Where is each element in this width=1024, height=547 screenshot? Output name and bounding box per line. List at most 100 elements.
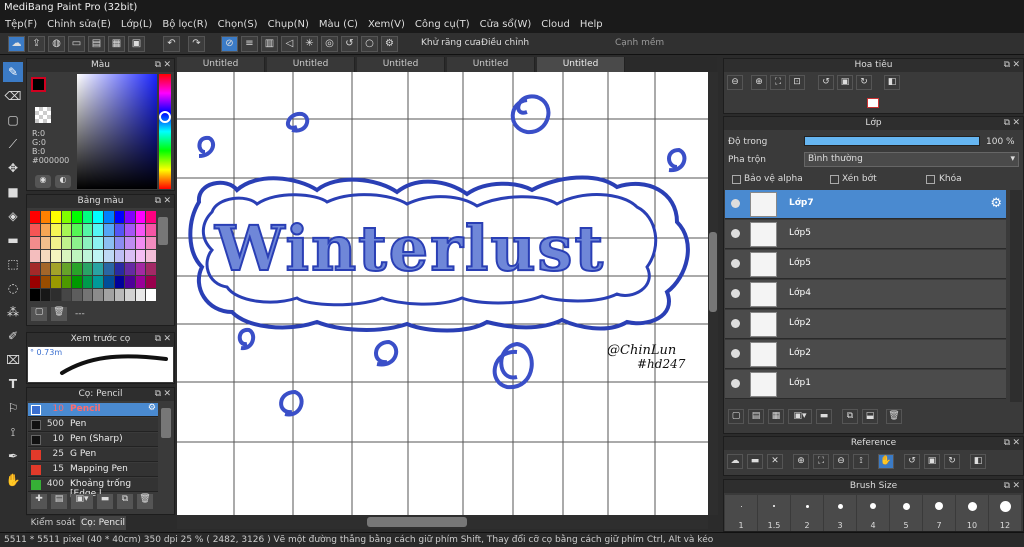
palette-swatch[interactable] [104, 289, 114, 301]
palette-swatch[interactable] [93, 250, 104, 262]
reset-view-icon[interactable]: ▣ [924, 454, 940, 469]
gear-icon[interactable]: ⚙ [148, 403, 156, 413]
palette-swatch[interactable] [146, 289, 156, 301]
undock-icon[interactable]: ⧉ [1004, 117, 1010, 130]
saturation-value-picker[interactable] [77, 74, 157, 189]
palette-swatch[interactable] [61, 237, 72, 249]
palette-swatch[interactable] [61, 211, 72, 223]
palette-swatch[interactable] [72, 250, 82, 262]
eye-icon[interactable] [731, 379, 740, 388]
vertical-scroll-thumb[interactable] [709, 232, 717, 312]
palette-swatch[interactable] [30, 289, 40, 301]
trash-icon[interactable]: 🗑 [51, 307, 67, 321]
perspective-snap-icon[interactable]: ◁ [281, 36, 298, 52]
radial-snap-icon[interactable]: ✳ [301, 36, 318, 52]
palette-swatch[interactable] [51, 224, 61, 236]
palette-swatch[interactable] [82, 276, 93, 288]
actual-size-icon[interactable]: ⊡ [789, 75, 805, 90]
menu-tools[interactable]: Công cụ(T) [410, 16, 475, 33]
palette-swatch[interactable] [146, 237, 156, 249]
page-manage-icon[interactable]: ▦ [108, 36, 125, 52]
palette-swatch[interactable] [40, 289, 51, 301]
divide-tool-icon[interactable]: ⚐ [3, 398, 23, 418]
flip-icon[interactable]: ◧ [970, 454, 986, 469]
brush-item[interactable]: 15 Mapping Pen [28, 463, 158, 477]
redo-icon[interactable]: ↷ [188, 36, 205, 52]
palette-swatch[interactable] [135, 211, 146, 223]
palette-swatch[interactable] [135, 237, 146, 249]
folder-icon[interactable]: ▬ [97, 494, 113, 509]
brush-size-cell[interactable]: 5 [890, 495, 922, 531]
brush-options-icon[interactable]: ▤ [51, 494, 67, 509]
brush-size-cell[interactable]: 1 [725, 495, 757, 531]
eye-icon[interactable] [731, 349, 740, 358]
palette-swatch[interactable] [61, 224, 72, 236]
palette-swatch[interactable] [40, 250, 51, 262]
undock-icon[interactable]: ⧉ [1004, 59, 1010, 72]
palette-swatch[interactable] [40, 224, 51, 236]
close-icon[interactable]: ✕ [1012, 59, 1020, 72]
protect-alpha-checkbox[interactable] [732, 175, 741, 184]
panel-icon[interactable]: ▣ [128, 36, 145, 52]
brush-item[interactable]: 500 Pen [28, 418, 158, 432]
rotate-right-icon[interactable]: ↻ [856, 75, 872, 90]
palette-swatch[interactable] [82, 224, 93, 236]
duplicate-layer-icon[interactable]: ⧉ [842, 409, 858, 424]
palette-swatch[interactable] [61, 250, 72, 262]
horizontal-scrollbar[interactable] [177, 515, 708, 529]
menu-window[interactable]: Cửa sổ(W) [475, 16, 537, 33]
brush-size-cell[interactable]: 7 [923, 495, 955, 531]
palette-swatch[interactable] [93, 263, 104, 275]
zoom-in-icon[interactable]: ⊕ [793, 454, 809, 469]
text-tool-icon[interactable]: T [3, 374, 23, 394]
clipping-checkbox[interactable] [830, 175, 839, 184]
tab-document-active[interactable]: Untitled [537, 57, 625, 72]
brush-size-cell[interactable]: 10 [956, 495, 988, 531]
curve-snap-icon[interactable]: ↺ [341, 36, 358, 52]
palette-swatch[interactable] [114, 224, 125, 236]
folder-open-icon[interactable]: ▬ [747, 454, 763, 469]
folder-icon[interactable]: ▬ [816, 409, 832, 424]
navigator-thumbnail[interactable] [867, 98, 879, 108]
palette-swatch[interactable] [40, 263, 51, 275]
palette-swatch[interactable] [40, 237, 51, 249]
undock-icon[interactable]: ⧉ [155, 388, 161, 401]
opacity-slider[interactable] [804, 136, 980, 146]
concentric-snap-icon[interactable]: ◎ [321, 36, 338, 52]
hue-slider[interactable] [159, 74, 171, 189]
add-brush-icon[interactable]: ✚ [31, 494, 47, 509]
palette-swatch[interactable] [135, 276, 146, 288]
comment-icon[interactable]: ▭ [68, 36, 85, 52]
palette-swatch[interactable] [82, 289, 93, 301]
menu-help[interactable]: Help [575, 16, 608, 33]
palette-swatch[interactable] [51, 250, 61, 262]
layer-row[interactable]: Lớp2 [725, 310, 1006, 339]
palette-swatch[interactable] [72, 211, 82, 223]
palette-swatch[interactable] [114, 276, 125, 288]
gradient-tool-icon[interactable]: ▬ [3, 230, 23, 250]
palette-swatch[interactable] [125, 263, 135, 275]
palette-swatch[interactable] [125, 211, 135, 223]
palette-swatch[interactable] [82, 263, 93, 275]
hue-handle[interactable] [159, 111, 171, 123]
palette-swatch[interactable] [51, 237, 61, 249]
close-icon[interactable]: ✕ [1012, 437, 1020, 450]
palette-swatch[interactable] [40, 211, 51, 223]
eye-icon[interactable] [731, 229, 740, 238]
palette-swatch[interactable] [104, 211, 114, 223]
palette-swatch[interactable] [125, 289, 135, 301]
palette-swatch[interactable] [93, 276, 104, 288]
close-icon[interactable]: ✕ [163, 59, 171, 72]
palette-swatch[interactable] [72, 263, 82, 275]
palette-swatch[interactable] [93, 211, 104, 223]
hand-icon[interactable]: ✋ [878, 454, 894, 469]
select-eraser-icon[interactable]: ⌧ [3, 350, 23, 370]
palette-swatch[interactable] [146, 276, 156, 288]
snap-off-icon[interactable]: ⊘ [221, 36, 238, 52]
layer-row[interactable]: Lớp2 [725, 340, 1006, 369]
menu-color[interactable]: Màu (C) [314, 16, 363, 33]
magic-wand-icon[interactable]: ⁂ [3, 302, 23, 322]
palette-swatch[interactable] [104, 250, 114, 262]
palette-swatch[interactable] [135, 250, 146, 262]
rotate-left-icon[interactable]: ↺ [904, 454, 920, 469]
